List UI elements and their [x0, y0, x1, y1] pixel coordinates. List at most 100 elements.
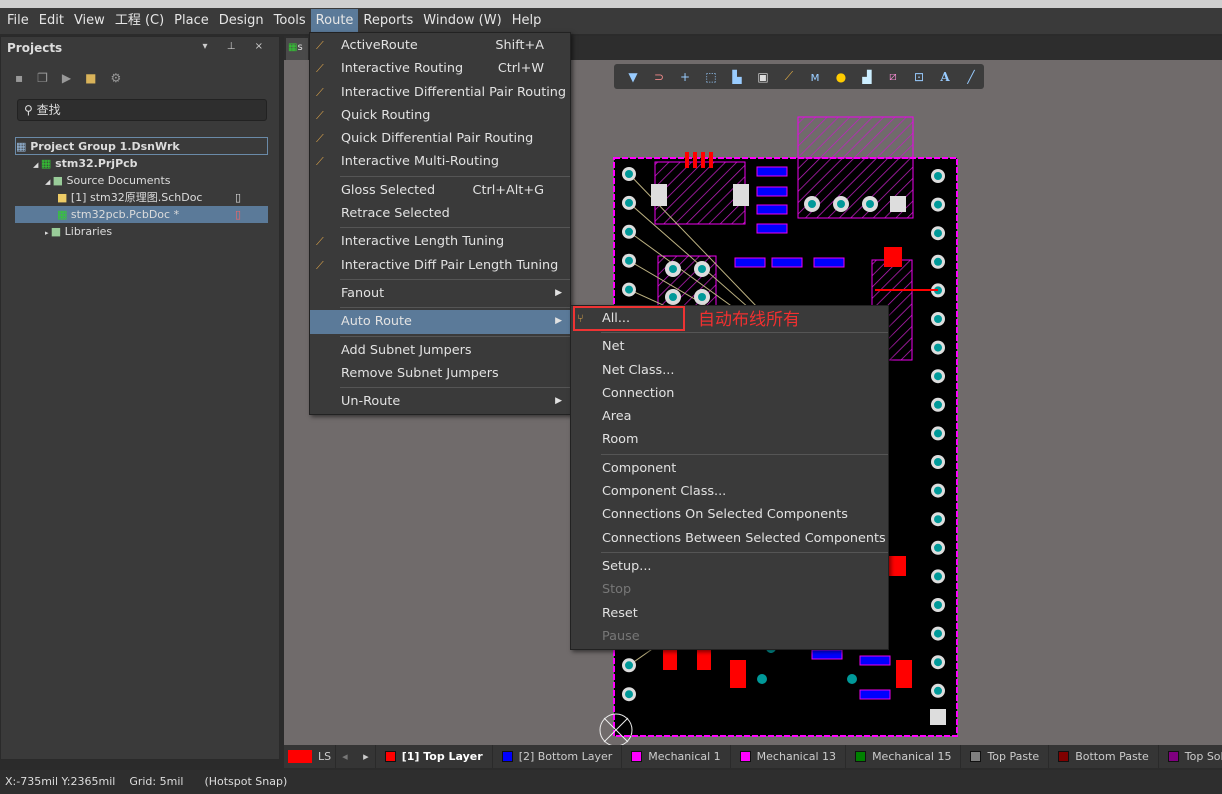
auto-route-reset[interactable]: Reset [571, 602, 888, 625]
route-menu-interactive-routing[interactable]: ⟋ Interactive Routing Ctrl+W [310, 57, 570, 80]
folder-icon[interactable]: ■ [85, 71, 96, 85]
scroll-left-icon[interactable]: ◂ [342, 750, 348, 763]
route-menu-remove-subnet-jumpers[interactable]: Remove Subnet Jumpers [310, 362, 570, 385]
tree-item[interactable]: ◢ ■ Source Documents [15, 172, 268, 189]
crosshair-icon[interactable]: + [676, 70, 694, 84]
pad-hole [934, 629, 942, 638]
route-menu-interactive-multi-routing[interactable]: ⟋ Interactive Multi-Routing [310, 150, 570, 173]
auto-route-component-class[interactable]: Component Class... [571, 480, 888, 503]
tab-pcb-document[interactable]: ▦s [286, 38, 308, 60]
gear-icon[interactable]: ⚙ [110, 71, 121, 85]
layer-tab[interactable]: Top Paste [961, 745, 1050, 768]
pad-hole [625, 661, 633, 670]
layer-tab[interactable]: Top Solder [1159, 745, 1222, 768]
layer-tab[interactable]: [2] Bottom Layer [493, 745, 623, 768]
auto-route-net[interactable]: Net [571, 335, 888, 358]
layer-tab[interactable]: Mechanical 1 [622, 745, 731, 768]
menu-place[interactable]: Place [169, 9, 214, 33]
dimension-icon[interactable]: ⊡ [910, 70, 928, 84]
search-input[interactable]: ⚲ 查找 [17, 99, 267, 121]
menu-c[interactable]: 工程 (C) [110, 9, 169, 33]
menu-file[interactable]: File [2, 9, 34, 33]
connection-icon[interactable]: ⧄ [884, 69, 902, 84]
route-menu-quick-differential-pair-routing[interactable]: ⟋ Quick Differential Pair Routing [310, 127, 570, 150]
auto-route-pause[interactable]: Pause [571, 625, 888, 648]
route-menu-gloss-selected[interactable]: Gloss Selected Ctrl+Alt+G [310, 179, 570, 202]
panel-toolbar: ▪ ❐ ▶ ■ ⚙ [15, 71, 121, 85]
auto-route-connections-between-selected-components[interactable]: Connections Between Selected Components [571, 527, 888, 550]
menu-design[interactable]: Design [214, 9, 269, 33]
via-icon[interactable]: ● [832, 70, 850, 84]
snap-icon[interactable]: ⊃ [650, 70, 668, 84]
auto-route-connection[interactable]: Connection [571, 382, 888, 405]
tree-item[interactable]: ▦ stm32pcb.PcbDoc * ▯ [15, 206, 268, 223]
current-layer-indicator[interactable]: LS [284, 745, 337, 768]
route-menu-auto-route[interactable]: Auto Route ▶ [310, 310, 570, 334]
auto-route-component[interactable]: Component [571, 457, 888, 480]
auto-route-stop[interactable]: Stop [571, 578, 888, 601]
route-menu-interactive-diff-pair-length-tuning[interactable]: ⟋ Interactive Diff Pair Length Tuning [310, 254, 570, 277]
auto-route-setup[interactable]: Setup... [571, 555, 888, 578]
tree-item[interactable]: ▦ Project Group 1.DsnWrk [15, 137, 268, 155]
text-icon[interactable]: A [936, 70, 954, 84]
auto-route-net-class[interactable]: Net Class... [571, 359, 888, 382]
chevron-right-icon: ▶ [555, 316, 562, 327]
component-icon[interactable]: ▣ [754, 70, 772, 84]
expand-arrow-icon[interactable]: ◢ [45, 178, 53, 186]
filter-icon[interactable]: ▼ [624, 70, 642, 84]
route-menu-activeroute[interactable]: ⟋ ActiveRoute Shift+A [310, 34, 570, 57]
menu-windoww[interactable]: Window (W) [418, 9, 506, 33]
route-icon[interactable]: ⟋ [780, 69, 798, 84]
auto-route-room[interactable]: Room [571, 428, 888, 451]
menu-item-label: Interactive Length Tuning [341, 234, 505, 250]
tuning-icon[interactable]: ᴍ [806, 70, 824, 84]
route-menu-retrace-selected[interactable]: Retrace Selected [310, 202, 570, 225]
menu-reports[interactable]: Reports [358, 9, 418, 33]
tree-item[interactable]: ▸ ■ Libraries [15, 223, 268, 240]
route-menu-quick-routing[interactable]: ⟋ Quick Routing [310, 104, 570, 127]
menu-item-label: Interactive Diff Pair Length Tuning [341, 257, 559, 273]
route-menu-fanout[interactable]: Fanout ▶ [310, 282, 570, 305]
select-rect-icon[interactable]: ⬚ [702, 70, 720, 84]
layer-scroll-buttons[interactable]: ◂ ▸ [336, 745, 376, 768]
menu-item-label: Connections On Selected Components [602, 507, 848, 523]
expand-arrow-icon[interactable]: ◢ [33, 161, 41, 169]
auto-route-connections-on-selected-components[interactable]: Connections On Selected Components [571, 503, 888, 526]
line-icon[interactable]: ╱ [962, 70, 980, 84]
smd-pad-bottom [859, 689, 891, 700]
layer-tab[interactable]: Bottom Paste [1049, 745, 1159, 768]
panel-controls[interactable]: ▾ ⊥ × [203, 41, 271, 52]
layer-tab[interactable]: [1] Top Layer [376, 745, 493, 768]
route-menu-un-route[interactable]: Un-Route ▶ [310, 390, 570, 413]
pad-hole [934, 686, 942, 695]
layer-tab[interactable]: Mechanical 15 [846, 745, 962, 768]
search-icon: ⚲ [24, 103, 37, 117]
align-icon[interactable]: ▙ [728, 70, 746, 84]
copy-icon[interactable]: ❐ [37, 71, 48, 85]
save-icon[interactable]: ▪ [15, 71, 23, 85]
polygon-icon[interactable]: ▟ [858, 70, 876, 84]
route-menu-interactive-length-tuning[interactable]: ⟋ Interactive Length Tuning [310, 230, 570, 253]
layer-tab[interactable]: Mechanical 13 [731, 745, 847, 768]
route-menu-interactive-differential-pair-routing[interactable]: ⟋ Interactive Differential Pair Routing [310, 81, 570, 104]
menu-route[interactable]: Route [310, 9, 359, 33]
menu-help[interactable]: Help [507, 9, 547, 33]
pad-hole [698, 293, 706, 301]
square-pad [890, 196, 906, 212]
tree-item[interactable]: ■ [1] stm32原理图.SchDoc ▯ [15, 189, 268, 206]
annotation-text: 自动布线所有 [698, 310, 800, 330]
pcb-active-toolbar: ▼ ⊃ + ⬚ ▙ ▣ ⟋ ᴍ ● ▟ ⧄ ⊡ A ╱ [614, 64, 984, 89]
pad-hole [934, 400, 942, 409]
move-icon[interactable]: ▶ [62, 71, 71, 85]
menu-tools[interactable]: Tools [269, 9, 311, 33]
layer-label: Mechanical 13 [756, 750, 837, 763]
scroll-right-icon[interactable]: ▸ [363, 750, 369, 763]
auto-route-area[interactable]: Area [571, 405, 888, 428]
menu-edit[interactable]: Edit [34, 9, 69, 33]
tree-item[interactable]: ◢ ▦ stm32.PrjPcb [15, 155, 268, 172]
shortcut: Ctrl+Alt+G [472, 182, 544, 198]
highlight-box [573, 306, 685, 331]
smd-pad-top [685, 152, 689, 168]
menu-view[interactable]: View [69, 9, 110, 33]
route-menu-add-subnet-jumpers[interactable]: Add Subnet Jumpers [310, 339, 570, 362]
